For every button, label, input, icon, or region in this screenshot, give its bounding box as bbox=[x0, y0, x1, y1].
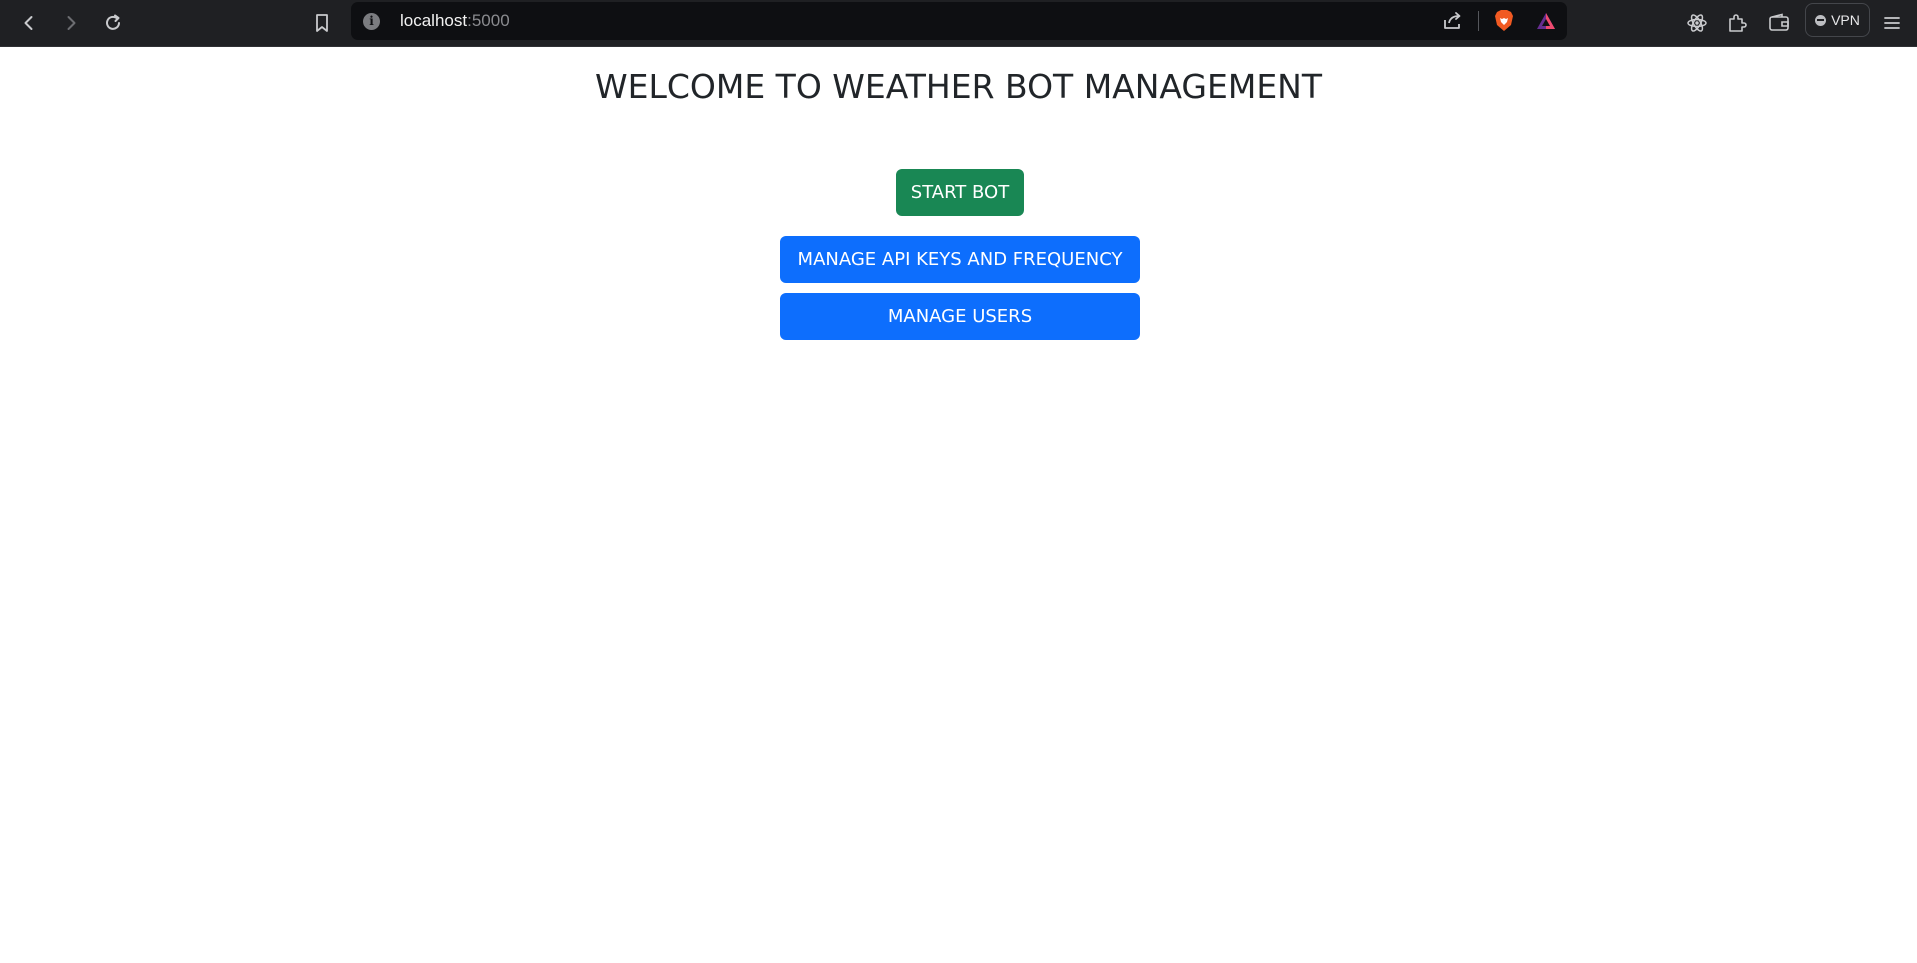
rewards-triangle-icon[interactable] bbox=[1531, 6, 1561, 36]
address-bar[interactable]: i localhost:5000 bbox=[351, 2, 1567, 40]
manage-users-button[interactable]: MANAGE USERS bbox=[780, 293, 1140, 340]
page-content: WELCOME TO WEATHER BOT MANAGEMENT START … bbox=[0, 47, 1917, 963]
browser-toolbar: i localhost:5000 VPN bbox=[0, 0, 1917, 47]
atom-icon[interactable] bbox=[1682, 8, 1712, 38]
vpn-label: VPN bbox=[1831, 12, 1860, 28]
start-bot-button[interactable]: START BOT bbox=[896, 169, 1024, 216]
wallet-icon[interactable] bbox=[1764, 8, 1794, 38]
url-divider bbox=[1478, 11, 1479, 31]
bookmark-icon[interactable] bbox=[307, 8, 337, 38]
page-title: WELCOME TO WEATHER BOT MANAGEMENT bbox=[594, 67, 1323, 106]
url-port: :5000 bbox=[467, 11, 510, 30]
puzzle-icon[interactable] bbox=[1722, 8, 1752, 38]
reload-icon[interactable] bbox=[98, 8, 128, 38]
share-icon[interactable] bbox=[1438, 6, 1468, 36]
manage-api-keys-button[interactable]: MANAGE API KEYS AND FREQUENCY bbox=[780, 236, 1140, 283]
url-text[interactable]: localhost:5000 bbox=[400, 11, 510, 31]
forward-arrow-icon[interactable] bbox=[56, 8, 86, 38]
brave-lion-icon[interactable] bbox=[1489, 6, 1519, 36]
back-arrow-icon[interactable] bbox=[14, 8, 44, 38]
info-icon[interactable]: i bbox=[363, 13, 380, 30]
url-host: localhost bbox=[400, 11, 468, 30]
vpn-button[interactable]: VPN bbox=[1805, 3, 1870, 37]
hamburger-menu-icon[interactable] bbox=[1877, 8, 1907, 38]
vpn-status-icon bbox=[1815, 14, 1827, 26]
